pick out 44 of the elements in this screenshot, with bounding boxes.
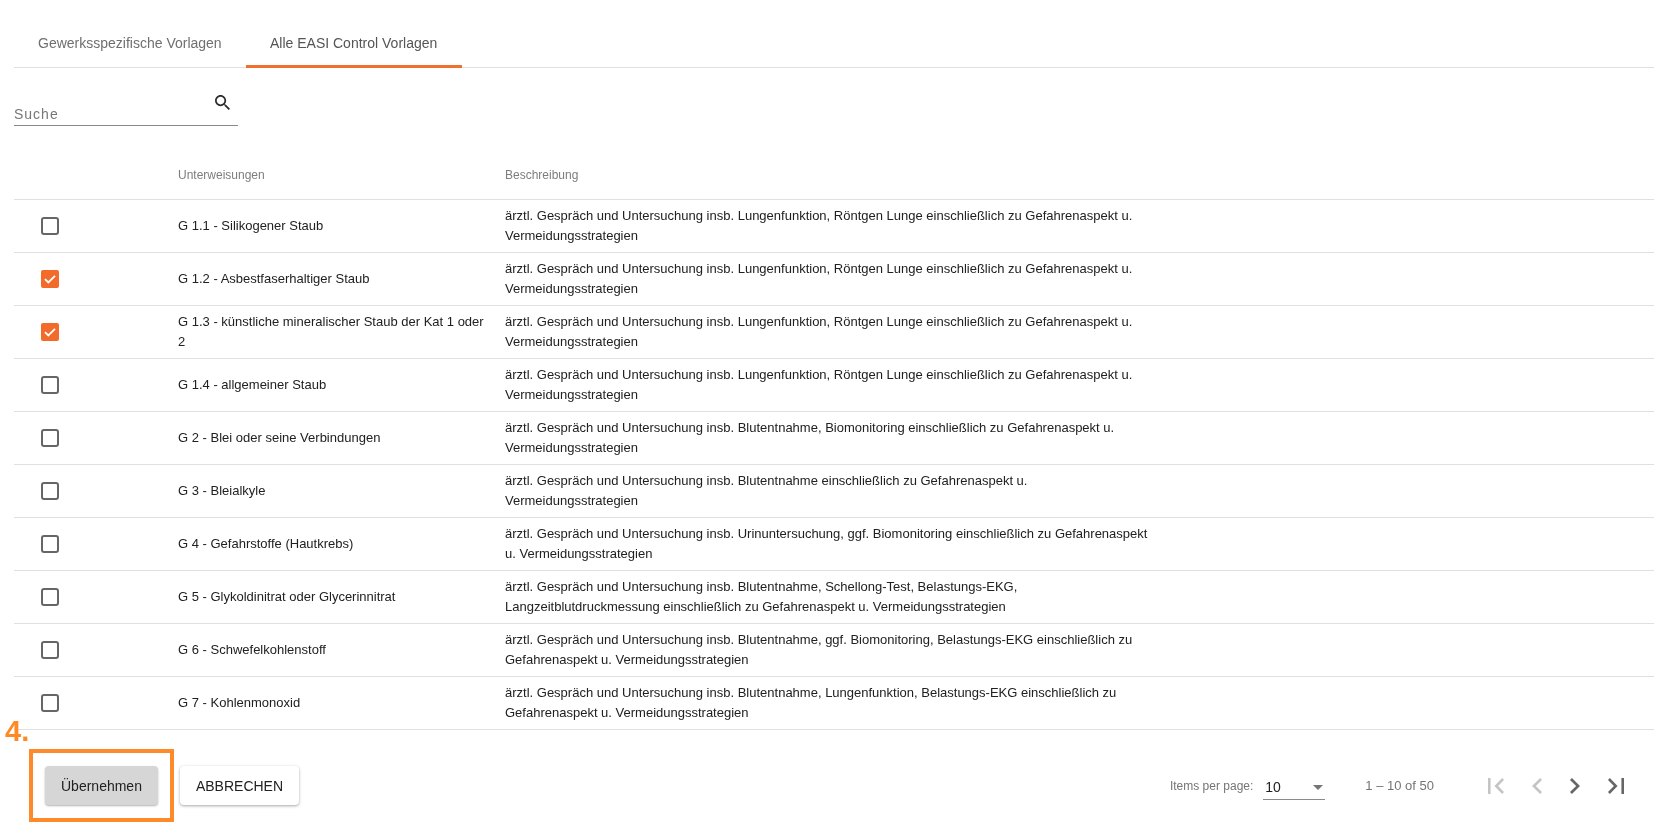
column-header: Beschreibung: [505, 167, 580, 182]
chevron-right-icon[interactable]: [1570, 777, 1580, 794]
items-per-page-label: Items per page:: [1169, 778, 1254, 793]
instruction-name: G 5 - Glykoldinitrat oder Glycerinnitrat: [178, 588, 397, 606]
description-text: ärztl. Gespräch und Untersuchung insb. Lungenfunktion, Röntgen Lunge einschließlich zu Gefahrenaspekt u. Vermeidungsstrategien: [505, 313, 1134, 351]
page-size-select[interactable]: 10: [1263, 771, 1326, 800]
column-header: Unterweisungen: [178, 167, 266, 182]
description-text: ärztl. Gespräch und Untersuchung insb. Lungenfunktion, Röntgen Lunge einschließlich zu Gefahrenaspekt u. Vermeidungsstrategien: [505, 260, 1134, 298]
description-text: ärztl. Gespräch und Untersuchung insb. Blutentnahme, Biomonitoring einschließlich zu Gefahrenaspekt u. Vermeidungsstrategien: [505, 419, 1116, 457]
checkbox[interactable]: [41, 217, 59, 235]
checkbox[interactable]: [41, 482, 59, 500]
step-number: 4.: [5, 715, 30, 747]
description-text: ärztl. Gespräch und Untersuchung insb. Blutentnahme, ggf. Biomonitoring, Belastungs-EKG einschließlich zu Gefahrenaspekt u. Vermeidungsstrategien: [505, 631, 1134, 669]
instruction-name: G 3 - Bleialkyle: [178, 482, 267, 500]
cancel-button[interactable]: ABBRECHEN: [179, 766, 300, 805]
page-range-label: 1 – 10 of 50: [1365, 778, 1434, 793]
checkbox[interactable]: [41, 323, 59, 341]
caret-down-icon[interactable]: [1313, 784, 1324, 790]
description-text: ärztl. Gespräch und Untersuchung insb. Lungenfunktion, Röntgen Lunge einschließlich zu Gefahrenaspekt u. Vermeidungsstrategien: [505, 366, 1134, 404]
checkbox[interactable]: [41, 588, 59, 606]
instruction-name: G 1.3 - künstliche mineralischer Staub der Kat 1 oder 2: [178, 313, 485, 351]
description-text: ärztl. Gespräch und Untersuchung insb. Lungenfunktion, Röntgen Lunge einschließlich zu Gefahrenaspekt u. Vermeidungsstrategien: [505, 207, 1134, 245]
instruction-name: G 7 - Kohlenmonoxid: [178, 694, 302, 712]
instruction-name: G 1.2 - Asbestfaserhaltiger Staub: [178, 270, 371, 288]
instruction-name: G 4 - Gefahrstoffe (Hautkrebs): [178, 535, 355, 553]
instruction-name: G 6 - Schwefelkohlenstoff: [178, 641, 327, 659]
tab[interactable]: Gewerksspezifische Vorlagen: [14, 20, 246, 68]
checkbox[interactable]: [41, 270, 59, 288]
description-text: ärztl. Gespräch und Untersuchung insb. Blutentnahme, Lungenfunktion, Belastungs-EKG einschließlich zu Gefahrenaspekt u. Vermeidungsstrategien: [505, 684, 1118, 722]
checkbox[interactable]: [41, 694, 59, 712]
tab[interactable]: Alle EASI Control Vorlagen: [245, 20, 462, 68]
description-text: ärztl. Gespräch und Untersuchung insb. Blutentnahme einschließlich zu Gefahrenaspekt u. Vermeidungsstrategien: [505, 472, 1029, 510]
checkbox[interactable]: [41, 429, 59, 447]
apply-button[interactable]: Übernehmen: [45, 766, 158, 805]
instruction-name: G 1.1 - Silikogener Staub: [178, 217, 325, 235]
description-text: ärztl. Gespräch und Untersuchung insb. Blutentnahme, Schellong-Test, Belastungs-EKG, Langzeitblutdruckmessung einschließlich zu Gefahrenaspekt u. Vermeidungsstrategien: [505, 578, 1019, 616]
instruction-name: G 1.4 - allgemeiner Staub: [178, 376, 328, 394]
checkbox[interactable]: [41, 641, 59, 659]
instruction-name: G 2 - Blei oder seine Verbindungen: [178, 429, 382, 447]
description-text: ärztl. Gespräch und Untersuchung insb. Urinuntersuchung, ggf. Biomonitoring einschließlich zu Gefahrenaspekt u. Vermeidungsstrategien: [505, 525, 1149, 563]
checkbox[interactable]: [41, 535, 59, 553]
checkbox[interactable]: [41, 376, 59, 394]
search-icon[interactable]: [215, 95, 230, 110]
last-page-icon[interactable]: [1608, 777, 1624, 794]
